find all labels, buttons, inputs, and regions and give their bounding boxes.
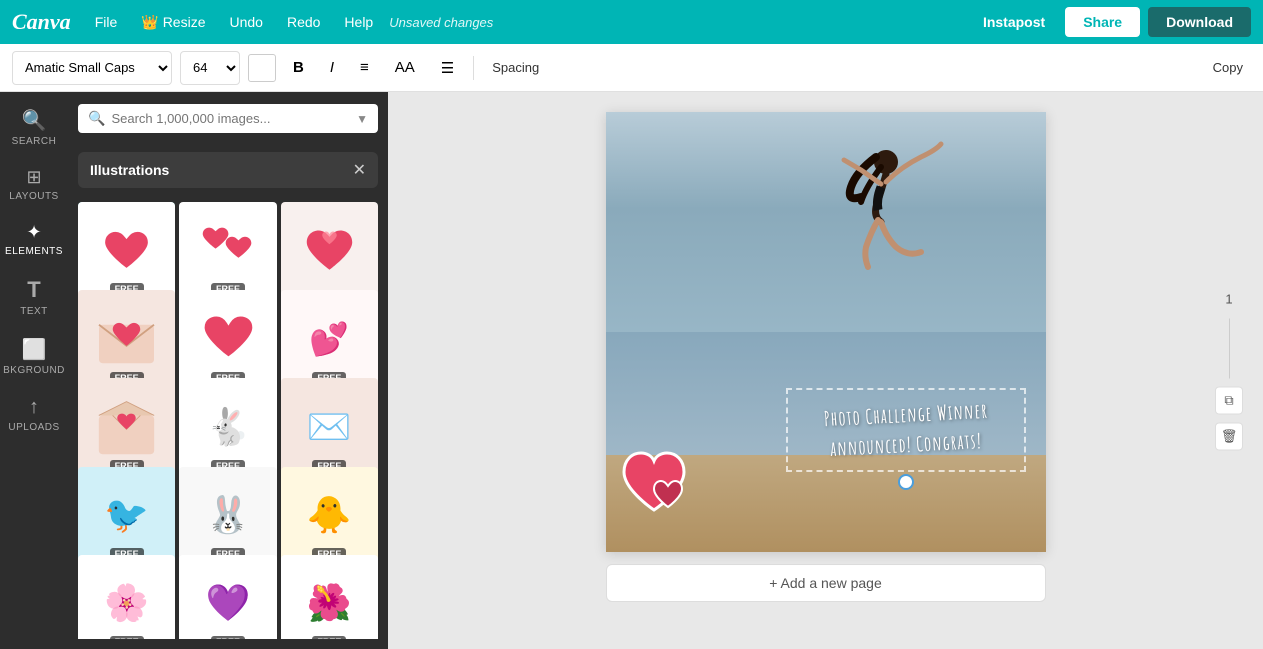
illustration-heart-3d [281, 202, 378, 299]
search-input[interactable] [111, 111, 350, 126]
background-photo: Photo Challenge Winner announced! Congra… [606, 112, 1046, 552]
layouts-icon: ⊞ [26, 167, 41, 188]
hearts-sticker[interactable] [616, 442, 696, 522]
sidebar-item-text[interactable]: T Text [4, 269, 64, 325]
overlay-text-line2: announced! Congrats! [799, 426, 1012, 463]
search-icon: 🔍 [22, 108, 47, 133]
sidebar-item-bkground[interactable]: ⬜ BkGround [4, 329, 64, 384]
illustrations-grid: FREE FREE [78, 202, 378, 639]
list-item[interactable]: FREE [78, 290, 175, 387]
list-item[interactable]: 🌺 FREE [281, 555, 378, 639]
hearts-sticker-svg [616, 442, 696, 522]
illustration-flower1: 🌸 [78, 555, 175, 639]
sidebar-item-uploads[interactable]: ↑ Uploads [4, 388, 64, 441]
upload-icon: ↑ [29, 396, 39, 419]
list-item[interactable]: 💕 FREE [281, 290, 378, 387]
sidebar-item-label: BkGround [3, 365, 65, 376]
list-item[interactable]: 💜 FREE [179, 555, 276, 639]
background-icon: ⬜ [22, 337, 47, 362]
sidebar-item-label: Uploads [8, 422, 59, 433]
panel-close-button[interactable]: ✕ [353, 160, 366, 180]
search-icon: 🔍 [88, 110, 105, 127]
sidebar-item-elements[interactable]: ✦ Elements [4, 214, 64, 265]
font-size-select[interactable]: 64 [180, 51, 240, 85]
main-area: 🔍 Search ⊞ Layouts ✦ Elements T Text ⬜ B… [0, 92, 1263, 649]
dancer-svg [826, 132, 946, 332]
panel-title: Illustrations [90, 162, 169, 178]
instapost-button[interactable]: Instapost [971, 8, 1057, 36]
illustration-flower2: 💜 [179, 555, 276, 639]
list-item[interactable]: ✉️ FREE [281, 378, 378, 475]
free-badge: FREE [211, 636, 245, 639]
sidebar-item-label: Search [12, 136, 57, 147]
list-item[interactable]: FREE [78, 202, 175, 299]
top-navigation: Canva File 👑 Resize Undo Redo Help Unsav… [0, 0, 1263, 44]
list-item[interactable]: FREE [179, 202, 276, 299]
dancer-figure [826, 132, 986, 352]
color-picker[interactable] [248, 54, 276, 82]
copy-page-button[interactable]: ⧉ [1215, 386, 1243, 414]
list-button[interactable]: ☰ [432, 52, 463, 84]
list-icon: ☰ [441, 59, 454, 77]
file-menu[interactable]: File [87, 10, 126, 34]
page-number: 1 [1225, 291, 1232, 306]
align-icon: ≡ [360, 59, 369, 76]
aa-button[interactable]: AA [386, 52, 424, 84]
sidebar-item-label: Text [20, 306, 48, 317]
list-item[interactable]: FREE [78, 378, 175, 475]
list-item[interactable]: 🐰 FREE [179, 467, 276, 564]
elements-icon: ✦ [26, 222, 41, 243]
redo-button[interactable]: Redo [279, 10, 328, 34]
sidebar-item-layouts[interactable]: ⊞ Layouts [4, 159, 64, 210]
text-icon: T [27, 277, 40, 303]
resize-button[interactable]: 👑 Resize [133, 10, 213, 35]
help-button[interactable]: Help [336, 10, 381, 34]
illustration-flower3: 🌺 [281, 555, 378, 639]
canvas-area: Photo Challenge Winner announced! Congra… [388, 92, 1263, 649]
page-divider [1229, 318, 1230, 378]
sidebar-item-label: Elements [5, 246, 63, 257]
list-item[interactable]: 🐦 FREE [78, 467, 175, 564]
text-toolbar: Amatic Small Caps 64 B I ≡ AA ☰ Spacing … [0, 44, 1263, 92]
toolbar-separator [473, 56, 474, 80]
list-item[interactable] [281, 202, 378, 299]
list-item[interactable]: 🐥 FREE [281, 467, 378, 564]
sidebar-item-search[interactable]: 🔍 Search [4, 100, 64, 155]
search-bar[interactable]: 🔍 ▼ [78, 104, 378, 133]
panel-title-bar: Illustrations ✕ [78, 152, 378, 188]
undo-button[interactable]: Undo [221, 10, 270, 34]
list-item[interactable]: FREE [179, 290, 276, 387]
font-family-select[interactable]: Amatic Small Caps [12, 51, 172, 85]
italic-button[interactable]: I [321, 52, 343, 84]
free-badge: FREE [110, 636, 144, 639]
canva-logo: Canva [12, 9, 71, 35]
bold-button[interactable]: B [284, 52, 313, 84]
spacing-button[interactable]: Spacing [484, 56, 547, 79]
search-panel: 🔍 ▼ [68, 92, 388, 649]
rotate-handle[interactable] [898, 474, 914, 490]
share-button[interactable]: Share [1065, 7, 1140, 37]
list-item[interactable]: 🌸 FREE [78, 555, 175, 639]
sidebar-item-label: Layouts [9, 191, 58, 202]
canvas-page[interactable]: Photo Challenge Winner announced! Congra… [606, 112, 1046, 552]
download-button[interactable]: Download [1148, 7, 1251, 37]
crown-icon: 👑 [141, 14, 158, 31]
text-overlay[interactable]: Photo Challenge Winner announced! Congra… [786, 388, 1026, 472]
unsaved-status: Unsaved changes [389, 15, 493, 30]
copy-button[interactable]: Copy [1205, 56, 1251, 79]
right-panel-controls: 1 ⧉ 🗑 [1215, 291, 1243, 450]
free-badge: FREE [312, 636, 346, 639]
list-item[interactable]: 🐇 FREE [179, 378, 276, 475]
add-page-button[interactable]: + Add a new page [606, 564, 1046, 602]
delete-page-button[interactable]: 🗑 [1215, 422, 1243, 450]
left-sidebar: 🔍 Search ⊞ Layouts ✦ Elements T Text ⬜ B… [0, 92, 68, 649]
align-button[interactable]: ≡ [351, 52, 378, 84]
chevron-down-icon: ▼ [356, 112, 368, 126]
